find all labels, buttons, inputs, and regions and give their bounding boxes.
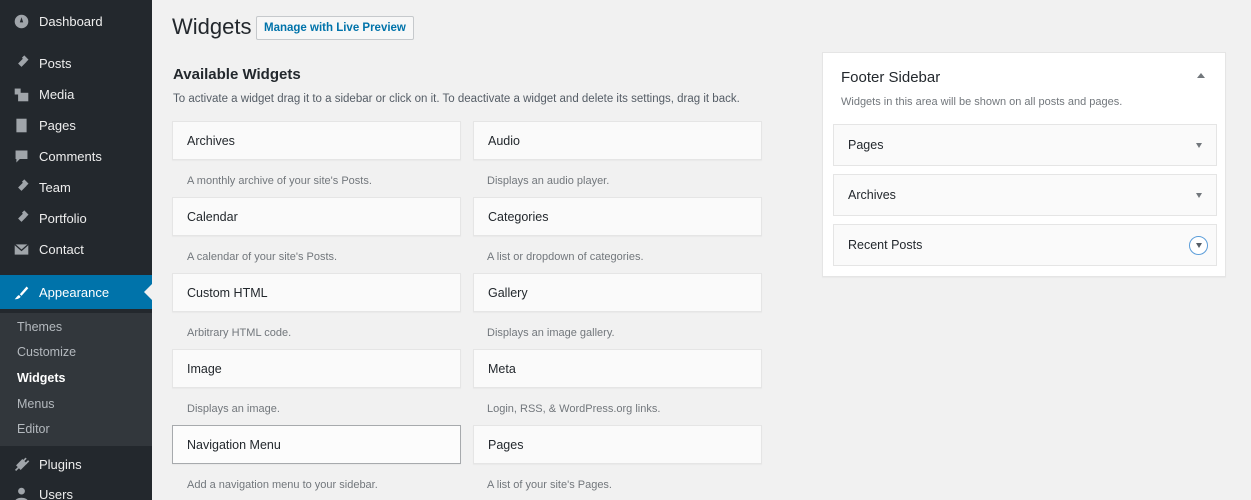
user-icon [11,484,31,500]
brush-icon [11,282,31,302]
sidebar-widget-archives[interactable]: Archives [833,174,1217,216]
widget-title: Archives [848,188,896,202]
expand-arrow-icon[interactable] [1189,236,1208,255]
media-icon [11,84,31,104]
submenu-item-customize[interactable]: Customize [17,345,76,359]
submenu-item-themes[interactable]: Themes [17,320,62,334]
submenu-item-menus[interactable]: Menus [17,397,55,411]
comment-icon [11,146,31,166]
widget-audio[interactable]: Audio [473,121,762,160]
submenu-item-editor[interactable]: Editor [17,422,50,436]
widget-title: Pages [848,138,884,152]
page-title: Widgets [172,14,252,39]
widget-title: Recent Posts [848,238,923,252]
widget-title: Calendar [187,209,238,224]
expand-arrow-icon[interactable] [1196,143,1202,148]
menu-item-pages[interactable]: Pages [0,110,152,140]
menu-item-appearance[interactable]: Appearance [0,275,152,309]
menu-item-team[interactable]: Team [0,172,152,202]
widget-title: Navigation Menu [187,437,281,452]
widget-description: Add a navigation menu to your sidebar. [187,479,378,491]
widget-gallery[interactable]: Gallery [473,273,762,312]
menu-item-comments[interactable]: Comments [0,141,152,171]
widget-description: A list of your site's Pages. [487,479,612,491]
widget-description: Displays an image gallery. [487,327,615,339]
menu-item-label: Dashboard [39,13,103,29]
widget-title: Categories [488,209,549,224]
expand-arrow-icon[interactable] [1196,193,1202,198]
admin-menu: Dashboard Posts Media Pages Comments Tea… [0,0,152,500]
menu-item-label: Users [39,486,73,500]
widget-meta[interactable]: Meta [473,349,762,388]
menu-item-label: Plugins [39,456,82,472]
footer-sidebar-panel: Footer Sidebar Widgets in this area will… [822,52,1226,277]
available-widgets-description: To activate a widget drag it to a sideba… [173,93,740,105]
menu-item-label: Team [39,179,71,195]
widget-title: Meta [488,361,516,376]
menu-item-plugins[interactable]: Plugins [0,449,152,479]
menu-item-label: Media [39,86,75,102]
widget-pages[interactable]: Pages [473,425,762,464]
widget-categories[interactable]: Categories [473,197,762,236]
mail-icon [11,239,31,259]
sidebar-widget-pages[interactable]: Pages [833,124,1217,166]
menu-item-dashboard[interactable]: Dashboard [0,6,152,36]
widget-title: Pages [488,437,524,452]
menu-item-label: Posts [39,55,72,71]
sidebar-panel-title[interactable]: Footer Sidebar [841,69,940,86]
widget-title: Gallery [488,285,528,300]
widget-calendar[interactable]: Calendar [172,197,461,236]
menu-item-label: Comments [39,148,102,164]
submenu-item-widgets[interactable]: Widgets [17,371,66,385]
collapse-arrow-icon[interactable] [1197,73,1205,78]
available-widgets-title: Available Widgets [173,66,301,83]
widget-image[interactable]: Image [172,349,461,388]
sidebar-widget-recent-posts[interactable]: Recent Posts [833,224,1217,266]
menu-item-media[interactable]: Media [0,79,152,109]
menu-item-label: Portfolio [39,210,87,226]
widget-navigation-menu[interactable]: Navigation Menu [172,425,461,464]
widget-description: Displays an image. [187,403,280,415]
widget-description: A monthly archive of your site's Posts. [187,175,372,187]
sidebar-panel-description: Widgets in this area will be shown on al… [841,96,1123,108]
dashboard-icon [11,11,31,31]
page-icon [11,115,31,135]
widget-description: A calendar of your site's Posts. [187,251,338,263]
widget-description: Displays an audio player. [487,175,610,187]
widget-archives[interactable]: Archives [172,121,461,160]
menu-item-label: Contact [39,241,84,257]
pin-icon [11,177,31,197]
widget-title: Audio [488,133,520,148]
appearance-submenu: Themes Customize Widgets Menus Editor [0,313,152,446]
widget-description: Arbitrary HTML code. [187,327,292,339]
menu-item-label: Pages [39,117,76,133]
manage-live-preview-button[interactable]: Manage with Live Preview [256,16,414,40]
menu-item-portfolio[interactable]: Portfolio [0,203,152,233]
menu-item-label: Appearance [39,284,110,300]
widget-title: Archives [187,133,235,148]
widget-description: A list or dropdown of categories. [487,251,644,263]
menu-item-users[interactable]: Users [0,479,152,500]
widget-description: Login, RSS, & WordPress.org links. [487,403,661,415]
widget-custom-html[interactable]: Custom HTML [172,273,461,312]
menu-item-contact[interactable]: Contact [0,234,152,264]
menu-item-posts[interactable]: Posts [0,48,152,78]
pin-icon [11,53,31,73]
plug-icon [11,454,31,474]
current-indicator-arrow [144,284,152,300]
pin-icon [11,208,31,228]
widget-title: Image [187,361,222,376]
widget-title: Custom HTML [187,285,268,300]
